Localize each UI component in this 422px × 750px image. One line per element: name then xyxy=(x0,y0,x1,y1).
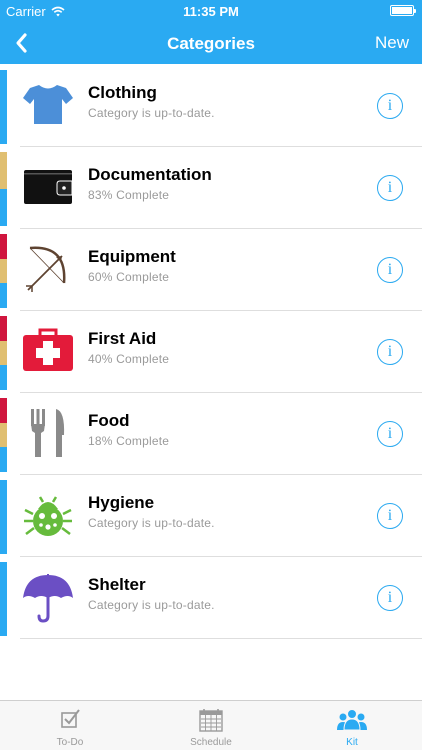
stripe-segment xyxy=(0,562,7,636)
tshirt-icon xyxy=(23,85,73,124)
bug-icon xyxy=(24,496,72,536)
tab-label: Schedule xyxy=(190,737,232,748)
stripe-segment xyxy=(0,447,7,472)
top-bar: Carrier 11:35 PM Categories New xyxy=(0,0,422,64)
stripe-segment xyxy=(0,189,7,226)
stripe-segment xyxy=(0,152,7,189)
info-icon[interactable]: i xyxy=(377,421,403,447)
category-row-first-aid[interactable]: First Aid 40% Complete i xyxy=(0,311,422,393)
category-row-shelter[interactable]: Shelter Category is up-to-date. i xyxy=(0,557,422,639)
status-stripe xyxy=(0,480,7,554)
tab-label: Kit xyxy=(346,737,358,748)
info-icon[interactable]: i xyxy=(377,503,403,529)
stripe-segment xyxy=(0,340,7,366)
category-status: 60% Complete xyxy=(88,270,170,284)
status-stripe xyxy=(0,152,7,226)
status-stripe xyxy=(0,398,7,472)
category-title: Clothing xyxy=(88,83,157,102)
category-row-documentation[interactable]: Documentation 83% Complete i xyxy=(0,147,422,229)
tab-bar: To-Do Schedule Kit xyxy=(0,700,422,750)
wallet-icon xyxy=(24,170,73,204)
tab-kit[interactable]: Kit xyxy=(282,701,422,750)
category-status: Category is up-to-date. xyxy=(88,516,215,530)
battery-level xyxy=(392,7,412,14)
stripe-segment xyxy=(0,365,7,390)
category-title: First Aid xyxy=(88,329,157,348)
category-title: Documentation xyxy=(88,165,212,184)
battery-icon xyxy=(390,5,416,16)
info-icon[interactable]: i xyxy=(377,93,403,119)
stripe-segment xyxy=(0,258,7,284)
first-aid-kit-icon xyxy=(23,328,73,371)
info-icon[interactable]: i xyxy=(377,257,403,283)
stripe-segment xyxy=(0,480,7,554)
category-status: Category is up-to-date. xyxy=(88,106,215,120)
new-button[interactable]: New xyxy=(375,33,409,53)
info-icon[interactable]: i xyxy=(377,175,403,201)
checkbox-icon xyxy=(61,709,80,728)
status-stripe xyxy=(0,316,7,390)
category-row-equipment[interactable]: Equipment 60% Complete i xyxy=(0,229,422,311)
stripe-segment xyxy=(0,316,7,341)
umbrella-icon xyxy=(23,574,73,623)
bow-arrow-icon xyxy=(26,246,66,292)
stripe-segment xyxy=(0,422,7,448)
status-stripe xyxy=(0,234,7,308)
category-status: 40% Complete xyxy=(88,352,170,366)
status-bar: Carrier 11:35 PM xyxy=(0,0,422,22)
category-row-hygiene[interactable]: Hygiene Category is up-to-date. i xyxy=(0,475,422,557)
category-title: Hygiene xyxy=(88,493,155,512)
info-icon[interactable]: i xyxy=(377,585,403,611)
status-stripe xyxy=(0,70,7,144)
stripe-segment xyxy=(0,234,7,259)
stripe-segment xyxy=(0,283,7,308)
row-divider xyxy=(20,638,422,639)
category-row-clothing[interactable]: Clothing Category is up-to-date. i xyxy=(0,65,422,147)
people-icon xyxy=(337,709,367,731)
category-title: Equipment xyxy=(88,247,176,266)
stripe-segment xyxy=(0,398,7,423)
calendar-icon xyxy=(199,709,223,732)
category-status: 18% Complete xyxy=(88,434,170,448)
stripe-segment xyxy=(0,70,7,144)
page-title: Categories xyxy=(167,34,255,53)
tab-to-do[interactable]: To-Do xyxy=(0,701,140,750)
tab-label: To-Do xyxy=(56,737,84,748)
info-icon[interactable]: i xyxy=(377,339,403,365)
category-row-food[interactable]: Food 18% Complete i xyxy=(0,393,422,475)
category-title: Shelter xyxy=(88,575,146,594)
fork-knife-icon xyxy=(31,409,65,457)
tab-schedule[interactable]: Schedule xyxy=(141,701,281,750)
status-stripe xyxy=(0,562,7,636)
status-time: 11:35 PM xyxy=(183,4,239,19)
category-list: Clothing Category is up-to-date. i Docum… xyxy=(0,65,422,639)
category-title: Food xyxy=(88,411,130,430)
category-status: 83% Complete xyxy=(88,188,170,202)
nav-bar: Categories New xyxy=(0,22,422,64)
category-status: Category is up-to-date. xyxy=(88,598,215,612)
